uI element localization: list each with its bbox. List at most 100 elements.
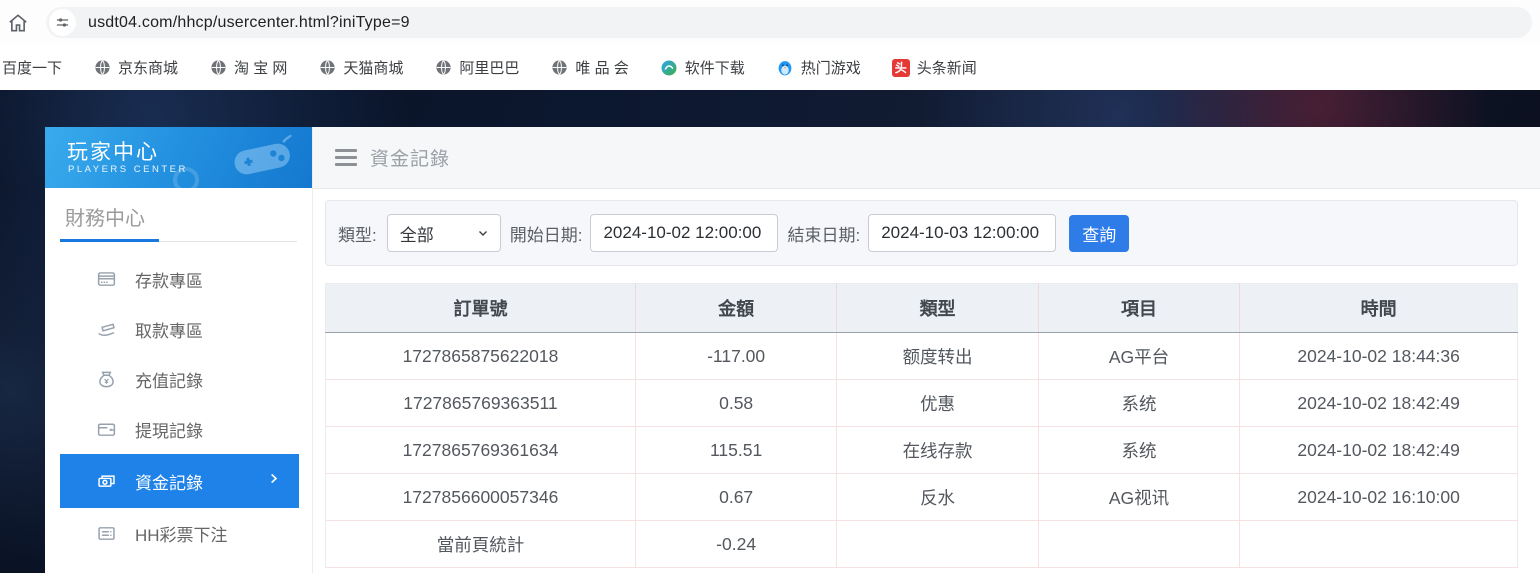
table-row: 1727856600057346 0.67 反水 AG视讯 2024-10-02 16:… (325, 473, 1518, 521)
start-date-input[interactable] (590, 214, 779, 252)
sidebar-item-label: HH彩票下注 (135, 525, 228, 545)
table-cell: 1727865875622018 (325, 332, 636, 380)
sidebar-item-label: 取款專區 (135, 321, 203, 341)
penguin-icon (776, 59, 794, 77)
table-row: 1727865769361634 115.51 在线存款 系统 2024-10-02 1… (325, 426, 1518, 474)
sidebar-item[interactable]: 資金記錄 (60, 454, 299, 508)
funds-table: 訂單號 金額 類型 項目 時間 1727865875622018 -117.00 额度转出 A… (325, 283, 1518, 568)
type-select-value: 全部 (399, 225, 434, 245)
table-header-cell: 時間 (1239, 283, 1518, 333)
sidebar-item-label: 資金記錄 (135, 473, 203, 493)
bookmark-item[interactable]: 头头条新闻 (891, 57, 977, 78)
type-select[interactable]: 全部 (386, 214, 501, 252)
content-panel: 玩家中心 PLAYERS CENTER 財務中心 存款專區取款專區充值記錄提現記… (45, 127, 1540, 573)
withdraw-icon (95, 318, 117, 340)
bookmark-label: 热门游戏 (800, 60, 861, 77)
finance-center-heading: 財務中心 (65, 208, 145, 230)
section-divider (60, 239, 297, 242)
bookmark-label: 阿里巴巴 (459, 60, 520, 77)
bookmark-label: 百度一下 (2, 60, 63, 77)
sidebar-item-label: 提現記錄 (135, 421, 203, 441)
lottery-icon (95, 522, 117, 544)
bookmark-label: 淘 宝 网 (234, 60, 288, 77)
table-cell: 當前頁統計 (325, 520, 636, 568)
table-cell: -117.00 (635, 332, 838, 380)
sidebar-item[interactable]: HH彩票下注 (45, 508, 312, 558)
table-header-cell: 類型 (836, 283, 1039, 333)
table-cell: 2024-10-02 16:10:00 (1239, 473, 1518, 521)
bookmark-label: 唯 品 会 (575, 60, 629, 77)
end-date-input[interactable] (868, 214, 1057, 252)
table-cell: 2024-10-02 18:42:49 (1239, 426, 1518, 474)
bookmark-label: 京东商城 (118, 60, 179, 77)
page-title: 資金記錄 (370, 149, 451, 170)
end-date-label: 結束日期: (787, 225, 861, 245)
browser-toolbar: usdt04.com/hhcp/usercenter.html?iniType=… (0, 0, 1540, 45)
type-label: 類型: (338, 225, 377, 245)
table-cell: 额度转出 (836, 332, 1039, 380)
table-cell: AG视讯 (1038, 473, 1241, 521)
globe-icon (434, 59, 452, 77)
table-cell: AG平台 (1038, 332, 1241, 380)
bookmarks-bar: 百度一下 京东商城 淘 宝 网 天猫商城 阿里巴巴 唯 品 会 软件下载 热门游戏 头头条新闻 (0, 45, 1540, 90)
sidebar-item[interactable]: 提現記錄 (45, 404, 312, 454)
players-center-title: 玩家中心 (67, 141, 159, 164)
main-header: 資金記錄 (313, 127, 1540, 189)
table-cell: 系统 (1038, 426, 1241, 474)
bookmark-item[interactable]: 天猫商城 (318, 57, 403, 78)
recharge-icon (95, 368, 117, 390)
table-cell: 0.58 (635, 379, 838, 427)
table-cell (836, 520, 1039, 568)
table-cell: 系统 (1038, 379, 1241, 427)
sidebar-item[interactable]: 取款專區 (45, 304, 312, 354)
bookmark-label: 天猫商城 (343, 60, 404, 77)
start-date-label: 開始日期: (509, 225, 583, 245)
sidebar-banner: 玩家中心 PLAYERS CENTER (45, 127, 312, 188)
search-button[interactable]: 查詢 (1069, 214, 1130, 252)
software-icon (660, 59, 678, 77)
bookmark-item[interactable]: 京东商城 (93, 57, 178, 78)
chevron-right-icon (266, 471, 281, 491)
divider-accent (60, 239, 159, 242)
bookmark-item[interactable]: 唯 品 会 (550, 57, 629, 78)
bookmark-item[interactable]: 阿里巴巴 (434, 57, 519, 78)
table-cell (1038, 520, 1241, 568)
table-cell: 1727865769361634 (325, 426, 636, 474)
bookmark-label: 软件下载 (684, 60, 745, 77)
chevron-down-icon (478, 231, 487, 237)
home-button[interactable] (4, 9, 32, 37)
address-bar[interactable]: usdt04.com/hhcp/usercenter.html?iniType=… (46, 7, 1532, 38)
deposit-icon (95, 268, 117, 290)
bookmark-item[interactable]: 百度一下 (2, 57, 62, 78)
bookmark-item[interactable]: 淘 宝 网 (209, 57, 287, 78)
sidebar-item-label: 存款專區 (135, 271, 203, 291)
url-text[interactable]: usdt04.com/hhcp/usercenter.html?iniType=… (88, 14, 410, 32)
hamburger-icon[interactable] (335, 149, 357, 166)
sidebar-item-label: 充值記錄 (135, 371, 203, 391)
site-settings-chip[interactable] (49, 9, 76, 36)
main-area: 資金記錄 類型: 全部 開始日期: 結束日期: 查詢 訂單號金額類型項目時間 1… (313, 127, 1540, 573)
sidebar-item[interactable]: 存款專區 (45, 254, 312, 304)
table-row: 1727865769363511 0.58 优惠 系统 2024-10-02 18:42… (325, 379, 1518, 427)
table-header-row: 訂單號 金額 類型 項目 時間 (325, 283, 1518, 333)
globe-icon (550, 59, 568, 77)
home-icon (9, 14, 27, 32)
bookmark-item[interactable]: 热门游戏 (776, 57, 861, 78)
sidebar-menu: 存款專區取款專區充值記錄提現記錄資金記錄 HH彩票下注 (45, 254, 312, 558)
sidebar-item[interactable]: 充值記錄 (45, 354, 312, 404)
table-cell: 在线存款 (836, 426, 1039, 474)
table-cell: -0.24 (635, 520, 838, 568)
table-cell: 2024-10-02 18:42:49 (1239, 379, 1518, 427)
bookmark-label: 头条新闻 (916, 60, 977, 77)
globe-icon (318, 59, 336, 77)
bookmark-item[interactable]: 软件下载 (660, 57, 745, 78)
table-cell (1239, 520, 1518, 568)
toutiao-icon: 头 (891, 58, 910, 77)
table-cell: 1727865769363511 (325, 379, 636, 427)
table-header-cell: 金額 (635, 283, 838, 333)
globe-icon (209, 59, 227, 77)
globe-icon (93, 59, 111, 77)
tune-icon (56, 18, 69, 27)
table-cell: 1727856600057346 (325, 473, 636, 521)
withdrawal-record-icon (95, 418, 117, 440)
